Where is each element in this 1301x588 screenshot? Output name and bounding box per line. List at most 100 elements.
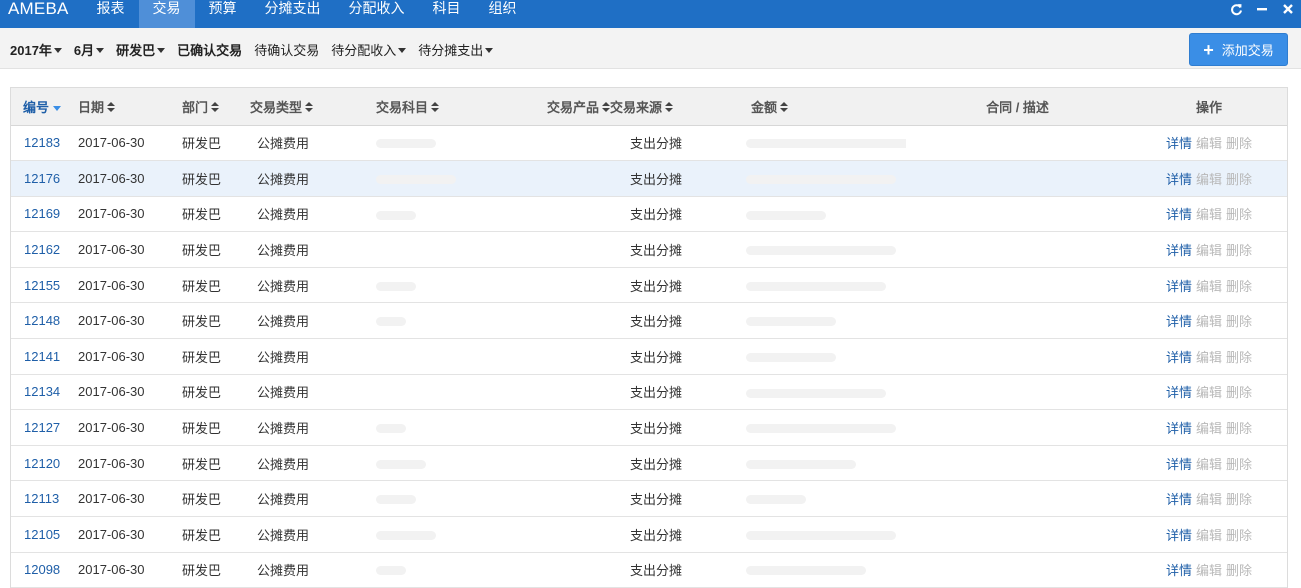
table-row[interactable]: 12183 2017-06-30 研发巴 公摊费用 支出分摊 详情 编辑 删除: [11, 125, 1287, 161]
table-row[interactable]: 12134 2017-06-30 研发巴 公摊费用 支出分摊 详情 编辑 删除: [11, 374, 1287, 410]
table-row[interactable]: 12098 2017-06-30 研发巴 公摊费用 支出分摊 详情 编辑 删除: [11, 552, 1287, 588]
detail-link[interactable]: 详情: [1166, 172, 1192, 187]
delete-link[interactable]: 删除: [1226, 563, 1252, 578]
nav-item-5[interactable]: 科目: [419, 0, 475, 28]
detail-link[interactable]: 详情: [1166, 528, 1192, 543]
cell-product: [500, 125, 610, 161]
refresh-icon[interactable]: [1223, 0, 1249, 18]
delete-link[interactable]: 删除: [1226, 136, 1252, 151]
edit-link[interactable]: 编辑: [1196, 457, 1222, 472]
cell-id[interactable]: 12105: [11, 517, 78, 553]
delete-link[interactable]: 删除: [1226, 350, 1252, 365]
cell-id[interactable]: 12176: [11, 161, 78, 197]
column-header-source[interactable]: 交易来源: [610, 88, 726, 126]
detail-link[interactable]: 详情: [1166, 563, 1192, 578]
filter-5[interactable]: 待分配收入: [331, 40, 407, 59]
cell-id[interactable]: 12134: [11, 374, 78, 410]
edit-link[interactable]: 编辑: [1196, 385, 1222, 400]
cell-account: [360, 161, 500, 197]
filter-3[interactable]: 已确认交易: [177, 40, 242, 59]
column-header-label: 日期: [78, 99, 105, 115]
cell-id[interactable]: 12162: [11, 232, 78, 268]
cell-source-text: 支出分摊: [630, 207, 683, 223]
table-row[interactable]: 12148 2017-06-30 研发巴 公摊费用 支出分摊 详情 编辑 删除: [11, 303, 1287, 339]
cell-id[interactable]: 12127: [11, 410, 78, 446]
minimize-icon[interactable]: [1249, 0, 1275, 18]
detail-link[interactable]: 详情: [1166, 207, 1192, 222]
nav-item-4[interactable]: 分配收入: [335, 0, 419, 28]
filter-0[interactable]: 2017年: [10, 40, 62, 59]
column-header-amount[interactable]: 金额: [726, 88, 906, 126]
edit-link[interactable]: 编辑: [1196, 492, 1222, 507]
detail-link[interactable]: 详情: [1166, 243, 1192, 258]
detail-link[interactable]: 详情: [1166, 492, 1192, 507]
delete-link[interactable]: 删除: [1226, 279, 1252, 294]
filter-2[interactable]: 研发巴: [116, 40, 166, 59]
table-row[interactable]: 12113 2017-06-30 研发巴 公摊费用 支出分摊 详情 编辑 删除: [11, 481, 1287, 517]
filter-1[interactable]: 6月: [74, 40, 105, 59]
edit-link[interactable]: 编辑: [1196, 136, 1222, 151]
cell-id[interactable]: 12183: [11, 125, 78, 161]
detail-link[interactable]: 详情: [1166, 350, 1192, 365]
delete-link[interactable]: 删除: [1226, 528, 1252, 543]
filter-6[interactable]: 待分摊支出: [418, 40, 494, 59]
delete-link[interactable]: 删除: [1226, 314, 1252, 329]
detail-link[interactable]: 详情: [1166, 136, 1192, 151]
edit-link[interactable]: 编辑: [1196, 243, 1222, 258]
table-row[interactable]: 12105 2017-06-30 研发巴 公摊费用 支出分摊 详情 编辑 删除: [11, 517, 1287, 553]
column-header-id[interactable]: 编号: [11, 88, 78, 126]
add-transaction-button[interactable]: + 添加交易: [1189, 33, 1288, 66]
edit-link[interactable]: 编辑: [1196, 528, 1222, 543]
table-row[interactable]: 12141 2017-06-30 研发巴 公摊费用 支出分摊 详情 编辑 删除: [11, 339, 1287, 375]
table-row[interactable]: 12162 2017-06-30 研发巴 公摊费用 支出分摊 详情 编辑 删除: [11, 232, 1287, 268]
delete-link[interactable]: 删除: [1226, 207, 1252, 222]
cell-dept-text: 研发巴: [182, 492, 222, 508]
column-header-date[interactable]: 日期: [78, 88, 170, 126]
delete-link[interactable]: 删除: [1226, 243, 1252, 258]
nav-item-0[interactable]: 报表: [83, 0, 139, 28]
nav-item-3[interactable]: 分摊支出: [251, 0, 335, 28]
edit-link[interactable]: 编辑: [1196, 279, 1222, 294]
cell-id[interactable]: 12169: [11, 196, 78, 232]
nav-item-2[interactable]: 预算: [195, 0, 251, 28]
filter-4[interactable]: 待确认交易: [254, 40, 319, 59]
edit-link[interactable]: 编辑: [1196, 207, 1222, 222]
delete-link[interactable]: 删除: [1226, 421, 1252, 436]
cell-id[interactable]: 12148: [11, 303, 78, 339]
table-row[interactable]: 12127 2017-06-30 研发巴 公摊费用 支出分摊 详情 编辑 删除: [11, 410, 1287, 446]
edit-link[interactable]: 编辑: [1196, 172, 1222, 187]
sort-icon: [305, 101, 314, 113]
table-row[interactable]: 12176 2017-06-30 研发巴 公摊费用 支出分摊 详情 编辑 删除: [11, 160, 1287, 197]
delete-link[interactable]: 删除: [1226, 457, 1252, 472]
column-header-dept[interactable]: 部门: [170, 88, 250, 126]
cell-id[interactable]: 12141: [11, 339, 78, 375]
nav-item-6[interactable]: 组织: [475, 0, 531, 28]
delete-link[interactable]: 删除: [1226, 492, 1252, 507]
edit-link[interactable]: 编辑: [1196, 563, 1222, 578]
cell-id[interactable]: 12098: [11, 552, 78, 588]
nav-item-1[interactable]: 交易: [138, 0, 195, 28]
table-row[interactable]: 12169 2017-06-30 研发巴 公摊费用 支出分摊 详情 编辑 删除: [11, 196, 1287, 232]
column-header-type[interactable]: 交易类型: [250, 88, 360, 126]
filter-label: 待分配收入: [331, 43, 397, 58]
column-header-account[interactable]: 交易科目: [360, 88, 500, 126]
edit-link[interactable]: 编辑: [1196, 314, 1222, 329]
table-row[interactable]: 12120 2017-06-30 研发巴 公摊费用 支出分摊 详情 编辑 删除: [11, 445, 1287, 481]
table-row[interactable]: 12155 2017-06-30 研发巴 公摊费用 支出分摊 详情 编辑 删除: [11, 267, 1287, 303]
detail-link[interactable]: 详情: [1166, 457, 1192, 472]
edit-link[interactable]: 编辑: [1196, 421, 1222, 436]
column-header-product[interactable]: 交易产品: [500, 88, 611, 126]
detail-link[interactable]: 详情: [1166, 421, 1192, 436]
cell-id[interactable]: 12113: [11, 481, 78, 517]
cell-source: 支出分摊: [610, 374, 726, 410]
detail-link[interactable]: 详情: [1166, 314, 1192, 329]
close-icon[interactable]: [1275, 0, 1301, 18]
detail-link[interactable]: 详情: [1166, 385, 1192, 400]
cell-id[interactable]: 12155: [11, 267, 78, 303]
cell-id[interactable]: 12120: [11, 445, 78, 481]
detail-link[interactable]: 详情: [1166, 279, 1192, 294]
delete-link[interactable]: 删除: [1226, 385, 1252, 400]
edit-link[interactable]: 编辑: [1196, 350, 1222, 365]
app-brand[interactable]: AMEBA: [0, 0, 83, 28]
delete-link[interactable]: 删除: [1226, 172, 1252, 187]
